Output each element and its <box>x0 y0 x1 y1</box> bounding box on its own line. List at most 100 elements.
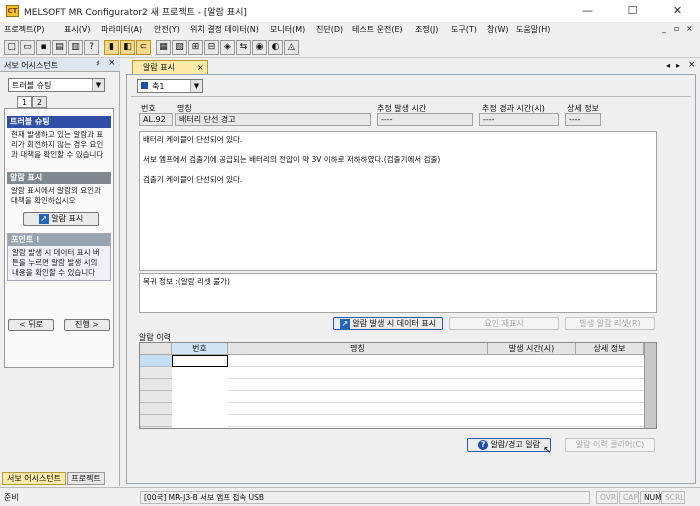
tab-alarm-display-label: 알람 표시 <box>143 63 175 72</box>
alarm-help-button[interactable]: ? 알람/경고 일람 <box>467 438 551 452</box>
menu-tuning[interactable]: 조정(J) <box>415 24 438 35</box>
table-row[interactable] <box>140 355 172 367</box>
test-run-icon[interactable]: ⇆ <box>236 40 251 55</box>
monitor-icon[interactable]: ▧ <box>172 40 187 55</box>
mouse-cursor-icon: ↖ <box>543 445 552 456</box>
panel-close-icon[interactable]: × <box>108 58 116 68</box>
menu-monitor[interactable]: 모니터(M) <box>270 24 305 35</box>
alarm-icon[interactable]: ◈ <box>220 40 235 55</box>
tab-close-all-icon[interactable]: × <box>688 60 696 70</box>
indicator-num: NUM <box>640 491 662 504</box>
menu-safety[interactable]: 안전(Y) <box>154 24 180 35</box>
arrow-icon: ↗ <box>339 318 350 329</box>
data-at-alarm-label: 알람 발생 시 데이터 표시 <box>352 319 437 328</box>
panel-header: 서보 어시스턴트 ♯ × <box>0 58 120 72</box>
tab-close-icon[interactable]: × <box>197 61 204 74</box>
menu-project[interactable]: 프로젝트(P) <box>4 24 45 35</box>
servo-assistant-icon[interactable]: ▮ <box>104 40 119 55</box>
save-icon[interactable]: ▪ <box>36 40 51 55</box>
data-at-alarm-button[interactable]: ↗ 알람 발생 시 데이터 표시 <box>333 317 443 330</box>
mdi-restore-icon[interactable]: ▫ <box>674 24 679 33</box>
history-col-name[interactable]: 명칭 <box>228 343 488 355</box>
parameter-icon[interactable]: ▦ <box>156 40 171 55</box>
alarm-display-window: 축1 ▼ 번호 명칭 추정 발생 시간 추정 경과 시간(시) 상세 정보 AL… <box>126 74 696 484</box>
online-icon[interactable]: ⊂ <box>136 40 151 55</box>
mdi-close-icon[interactable]: × <box>686 24 693 33</box>
print-preview-icon[interactable]: ▥ <box>68 40 83 55</box>
panel-title: 서보 어시스턴트 <box>4 61 59 70</box>
axis-select[interactable]: 축1 ▼ <box>137 79 203 93</box>
alarm-no-field: AL.92 <box>139 113 173 126</box>
table-row[interactable] <box>140 367 172 428</box>
menu-tools[interactable]: 도구(T) <box>451 24 477 35</box>
help-icon[interactable]: ? <box>84 40 99 55</box>
factor-estimate-button[interactable]: 요인 재표시 <box>449 317 559 330</box>
section-alarm-title: 알람 표시 <box>7 172 111 184</box>
menu-parameter[interactable]: 파라미터(A) <box>101 24 142 35</box>
servo-assistant-panel: 서보 어시스턴트 ♯ × 트러블 슈팅 ▼ 1 2 트러블 슈팅 현재 발생하고… <box>0 58 120 486</box>
menu-view[interactable]: 표시(V) <box>64 24 90 35</box>
table-row[interactable] <box>172 355 228 367</box>
menu-test-run[interactable]: 테스트 운전(E) <box>352 24 403 35</box>
next-button[interactable]: 진행 > <box>64 319 110 331</box>
pin-icon[interactable]: ♯ <box>96 59 100 68</box>
history-clear-button[interactable]: 알람 이력 클리어(C) <box>565 438 655 452</box>
life-diagnosis-icon[interactable]: ◐ <box>268 40 283 55</box>
mdi-minimize-icon[interactable]: _ <box>662 24 666 33</box>
assistant-combo[interactable]: 트러블 슈팅 ▼ <box>8 78 105 92</box>
alarm-description: 배터리 케이블이 단선되어 있다. 서보 앰프에서 검출기에 공급되는 배터리의… <box>139 131 657 271</box>
menu-positioning-data[interactable]: 위치 결정 데이터(N) <box>190 24 259 35</box>
section-troubleshoot-text: 현재 발생하고 있는 알람과 표리가 회전하지 않는 경우 요인과 대책을 확인… <box>11 130 104 159</box>
main-area: 알람 표시 × ◂ ▸ × 축1 ▼ 번호 명칭 추정 발생 시간 추정 경과 … <box>122 58 700 486</box>
tab-scroll-right-icon[interactable]: ▸ <box>676 61 680 70</box>
detail-field: ---- <box>565 113 601 126</box>
description-line-2: 서보 앰프에서 검출기에 공급되는 배터리의 전압이 약 3V 이하로 저하하였… <box>143 155 441 164</box>
point-box: 포인트 ! 알람 발생 시 데이터 표시 버튼을 누르면 알람 발생 시의 내용… <box>7 233 111 281</box>
open-folder-icon[interactable]: ▭ <box>20 40 35 55</box>
bottom-tab-servo-assistant[interactable]: 서보 어시스턴트 <box>2 472 66 485</box>
toolbar: ▢ ▭ ▪ ▤ ▥ ? ▮ ◧ ⊂ ▦ ▧ ⊞ ⊟ ◈ ⇆ ◉ ◐ ◬ <box>0 38 700 58</box>
table-row[interactable] <box>228 355 644 428</box>
help-icon: ? <box>478 439 489 450</box>
alarm-display-button[interactable]: ↗ 알람 표시 <box>23 212 99 226</box>
alarm-display-button-label: 알람 표시 <box>51 214 84 223</box>
tab-scroll-left-icon[interactable]: ◂ <box>666 61 670 70</box>
tuning-icon[interactable]: ◉ <box>252 40 267 55</box>
indicator-cap: CAP <box>619 491 639 504</box>
chevron-down-icon[interactable]: ▼ <box>190 80 202 92</box>
menu-bar: 프로젝트(P) 표시(V) 파라미터(A) 안전(Y) 위치 결정 데이터(N)… <box>0 22 700 38</box>
close-button[interactable]: ✕ <box>655 0 700 22</box>
print-icon[interactable]: ▤ <box>52 40 67 55</box>
menu-window[interactable]: 창(W) <box>487 24 509 35</box>
history-col-no[interactable]: 번호 <box>172 343 228 355</box>
alarm-reset-button[interactable]: 발생 알람 리셋(R) <box>565 317 655 330</box>
status-bar: 준비 [00국] MR-J3-B 서보 앰프 접속 USB OVR CAP NU… <box>0 487 700 506</box>
graph-icon[interactable]: ⊞ <box>188 40 203 55</box>
reset-info: 복귀 정보 :(알람 리셋 불가) <box>139 273 657 313</box>
bottom-tab-project[interactable]: 프로젝트 <box>67 472 105 485</box>
tab-1[interactable]: 1 <box>17 96 32 108</box>
assistant-combo-value: 트러블 슈팅 <box>12 81 52 90</box>
history-col-time[interactable]: 발생 시간(시) <box>488 343 576 355</box>
menu-diagnosis[interactable]: 진단(D) <box>316 24 343 35</box>
back-button[interactable]: < 뒤로 <box>8 319 54 331</box>
window-title: MELSOFT MR Configurator2 새 프로젝트 - [알람 표시… <box>24 8 247 18</box>
point-title: 포인트 ! <box>8 234 110 246</box>
axis-select-value: 축1 <box>152 82 165 91</box>
tab-2[interactable]: 2 <box>32 96 47 108</box>
point-text: 알람 발생 시 데이터 표시 버튼을 누르면 알람 발생 시의 내용을 확인할 … <box>12 248 100 277</box>
menu-help[interactable]: 도움말(H) <box>516 24 550 35</box>
maximize-button[interactable]: ☐ <box>610 0 655 22</box>
new-file-icon[interactable]: ▢ <box>4 40 19 55</box>
indicator-ovr: OVR <box>596 491 618 504</box>
project-tree-icon[interactable]: ◧ <box>120 40 135 55</box>
history-scrollbar[interactable] <box>644 343 656 428</box>
tab-alarm-display[interactable]: 알람 표시 × <box>132 60 208 74</box>
indicator-scrl: SCRL <box>661 491 685 504</box>
arrow-icon: ↗ <box>38 213 49 224</box>
chevron-down-icon[interactable]: ▼ <box>92 79 104 91</box>
minimize-button[interactable]: — <box>565 0 610 22</box>
machine-analyzer-icon[interactable]: ◬ <box>284 40 299 55</box>
io-monitor-icon[interactable]: ⊟ <box>204 40 219 55</box>
history-col-detail[interactable]: 상세 정보 <box>576 343 644 355</box>
